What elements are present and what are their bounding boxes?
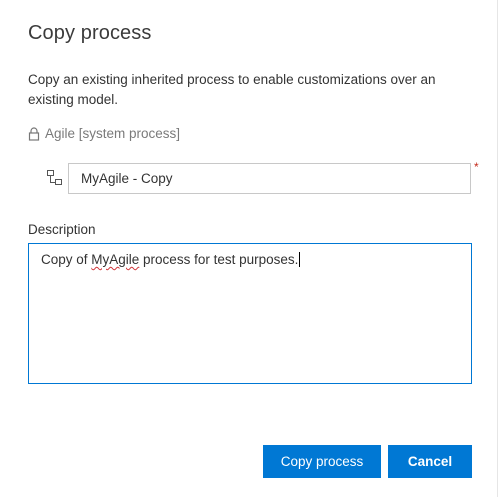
misspelled-word: MyAgile — [91, 252, 140, 267]
description-label: Description — [28, 222, 96, 237]
text-caret — [299, 252, 301, 267]
dialog-description: Copy an existing inherited process to en… — [28, 72, 436, 107]
copy-process-button[interactable]: Copy process — [263, 445, 381, 478]
description-text-start: Copy of — [41, 252, 92, 267]
cancel-button[interactable]: Cancel — [388, 445, 472, 478]
required-indicator: * — [474, 160, 479, 174]
dialog-title: Copy process — [28, 22, 152, 44]
description-text-end: process for test purposes. — [139, 252, 299, 267]
tree-hierarchy-icon — [47, 170, 63, 186]
copy-process-dialog: Copy process Copy an existing inherited … — [0, 0, 501, 497]
parent-process-row: Agile [system process] — [28, 126, 180, 141]
description-textarea[interactable]: Copy of MyAgile process for test purpose… — [28, 243, 472, 384]
lock-icon — [28, 126, 40, 141]
process-name-input[interactable] — [68, 163, 471, 194]
parent-process-label: Agile [system process] — [45, 126, 181, 141]
dialog-edge — [497, 0, 501, 497]
